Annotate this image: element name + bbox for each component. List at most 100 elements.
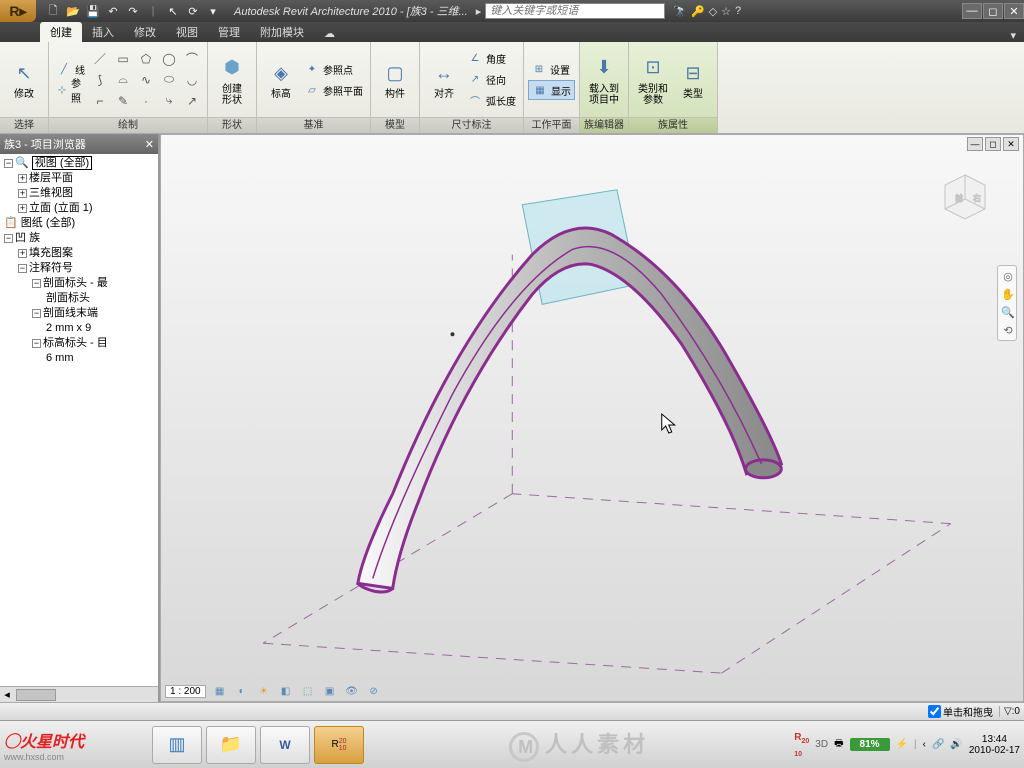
- app-menu-button[interactable]: R▸: [0, 0, 36, 22]
- draw-fillet-icon[interactable]: ⌐: [89, 91, 111, 111]
- tree-toggle[interactable]: −: [32, 309, 41, 318]
- draw-spline-icon[interactable]: ∿: [135, 70, 157, 90]
- tab-view[interactable]: 视图: [166, 22, 208, 42]
- sun-path-icon[interactable]: ☀: [256, 684, 272, 698]
- qat-open-icon[interactable]: 📂: [64, 2, 82, 20]
- taskbar-app-revit[interactable]: R2010: [314, 726, 364, 764]
- draw-tool14-icon[interactable]: ⤷: [158, 91, 180, 111]
- close-button[interactable]: ✕: [1004, 3, 1024, 19]
- category-params-button[interactable]: ⊡ 类别和 参数: [633, 46, 673, 114]
- tray-revit-icon[interactable]: R2010: [794, 732, 809, 758]
- binoculars-icon[interactable]: 🔭: [673, 5, 687, 18]
- tree-toggle[interactable]: −: [32, 339, 41, 348]
- star-icon[interactable]: ☆: [721, 5, 731, 18]
- browser-tree[interactable]: −🔍 视图 (全部) +楼层平面 +三维视图 +立面 (立面 1) 📋 图纸 (…: [0, 154, 158, 686]
- browser-close-icon[interactable]: ✕: [145, 138, 154, 151]
- draw-circle-icon[interactable]: ◯: [158, 49, 180, 69]
- tree-toggle[interactable]: −: [4, 234, 13, 243]
- tray-network-icon[interactable]: 🔗: [932, 739, 944, 750]
- ref-tool[interactable]: ⊹参照: [53, 80, 89, 100]
- tray-3d-icon[interactable]: 3D: [815, 739, 828, 750]
- view-scale[interactable]: 1 : 200: [165, 685, 206, 698]
- viewport[interactable]: — ◻ ✕: [160, 134, 1024, 702]
- draw-poly-icon[interactable]: ⬠: [135, 49, 157, 69]
- wrench-icon[interactable]: ◇: [709, 5, 717, 18]
- tray-printer-icon[interactable]: 🖶: [834, 736, 843, 753]
- key-icon[interactable]: 🔑: [691, 5, 705, 18]
- taskbar-app-word[interactable]: W: [260, 726, 310, 764]
- level-button[interactable]: ◈ 标高: [261, 46, 301, 114]
- tree-toggle[interactable]: +: [18, 249, 27, 258]
- filter-status[interactable]: ▽:0: [999, 706, 1020, 717]
- nav-zoom-icon[interactable]: 🔍: [1000, 304, 1016, 320]
- radius-dim-button[interactable]: ↗径向: [464, 70, 519, 90]
- align-dim-button[interactable]: ↔ 对齐: [424, 46, 464, 114]
- qat-save-icon[interactable]: 💾: [84, 2, 102, 20]
- component-button[interactable]: ▢ 构件: [375, 46, 415, 114]
- wp-settings-button[interactable]: ⊞设置: [528, 59, 575, 79]
- viewcube[interactable]: 前右: [937, 169, 993, 225]
- qat-select-icon[interactable]: ↖: [164, 2, 182, 20]
- reveal-icon[interactable]: ⊘: [366, 684, 382, 698]
- tab-insert[interactable]: 插入: [82, 22, 124, 42]
- draw-ellipse-icon[interactable]: ⬭: [158, 70, 180, 90]
- tree-item[interactable]: 楼层平面: [29, 172, 73, 184]
- tree-item[interactable]: 剖面标头 - 最: [43, 277, 108, 289]
- tray-battery[interactable]: 81%: [850, 738, 890, 751]
- tree-item[interactable]: 族: [29, 232, 40, 244]
- maximize-button[interactable]: ◻: [983, 3, 1003, 19]
- draw-arc1-icon[interactable]: ⌒: [181, 49, 203, 69]
- help-search-input[interactable]: [485, 3, 665, 19]
- taskbar-app-folder[interactable]: 📁: [206, 726, 256, 764]
- tree-toggle[interactable]: +: [18, 189, 27, 198]
- hide-icon[interactable]: 👁: [344, 684, 360, 698]
- tab-modify[interactable]: 修改: [124, 22, 166, 42]
- wp-show-button[interactable]: ▦显示: [528, 80, 575, 100]
- create-shape-button[interactable]: ⬢ 创建 形状: [212, 46, 252, 114]
- tray-clock[interactable]: 13:44 2010-02-17: [969, 734, 1020, 756]
- draw-line-icon[interactable]: ／: [89, 49, 111, 69]
- detail-level-icon[interactable]: ▦: [212, 684, 228, 698]
- tray-expand-icon[interactable]: ‹: [923, 739, 926, 750]
- draw-arc3-icon[interactable]: ⌓: [112, 70, 134, 90]
- ribbon-toggle-icon[interactable]: ▾: [1010, 29, 1016, 42]
- tree-item[interactable]: 填充图案: [29, 247, 73, 259]
- draw-tool15-icon[interactable]: ↗: [181, 91, 203, 111]
- search-go-icon[interactable]: ▸: [476, 5, 482, 18]
- modify-button[interactable]: ↖ 修改: [4, 46, 44, 114]
- ref-point-button[interactable]: ✦参照点: [301, 59, 366, 79]
- minimize-button[interactable]: —: [962, 3, 982, 19]
- arc-dim-button[interactable]: ⌒弧长度: [464, 91, 519, 111]
- tray-volume-icon[interactable]: 🔊: [950, 739, 962, 750]
- tree-toggle[interactable]: +: [18, 204, 27, 213]
- tree-item[interactable]: 图纸 (全部): [21, 217, 75, 229]
- nav-wheel-icon[interactable]: ◎: [1000, 268, 1016, 284]
- drag-checkbox[interactable]: 单击和拖曳: [928, 704, 993, 719]
- taskbar-app-reader[interactable]: ▥: [152, 726, 202, 764]
- qat-undo-icon[interactable]: ↶: [104, 2, 122, 20]
- angle-dim-button[interactable]: ∠角度: [464, 49, 519, 69]
- types-button[interactable]: ⊟ 类型: [673, 46, 713, 114]
- browser-hscroll[interactable]: ◂: [0, 686, 158, 702]
- tab-manage[interactable]: 管理: [208, 22, 250, 42]
- tree-item[interactable]: 标高标头 - 目: [43, 337, 108, 349]
- tree-item[interactable]: 剖面线末端: [43, 307, 98, 319]
- tab-cloud-icon[interactable]: ☁: [314, 25, 345, 42]
- draw-rect-icon[interactable]: ▭: [112, 49, 134, 69]
- nav-orbit-icon[interactable]: ⟲: [1000, 322, 1016, 338]
- tree-toggle[interactable]: +: [18, 174, 27, 183]
- tree-item[interactable]: 6 mm: [46, 352, 74, 364]
- shadows-icon[interactable]: ◧: [278, 684, 294, 698]
- draw-arc2-icon[interactable]: ⟆: [89, 70, 111, 90]
- qat-redo-icon[interactable]: ↷: [124, 2, 142, 20]
- tree-item[interactable]: 2 mm x 9: [46, 322, 91, 334]
- load-into-project-button[interactable]: ⬇ 载入到 项目中: [584, 46, 624, 114]
- qat-sync-icon[interactable]: ⟳: [184, 2, 202, 20]
- qat-new-icon[interactable]: 🗋: [44, 2, 62, 20]
- tree-toggle[interactable]: −: [18, 264, 27, 273]
- tree-item[interactable]: 剖面标头: [46, 292, 90, 304]
- draw-partial-icon[interactable]: ◡: [181, 70, 203, 90]
- tree-item[interactable]: 立面 (立面 1): [29, 202, 93, 214]
- tree-toggle[interactable]: −: [4, 159, 13, 168]
- crop-region-icon[interactable]: ▣: [322, 684, 338, 698]
